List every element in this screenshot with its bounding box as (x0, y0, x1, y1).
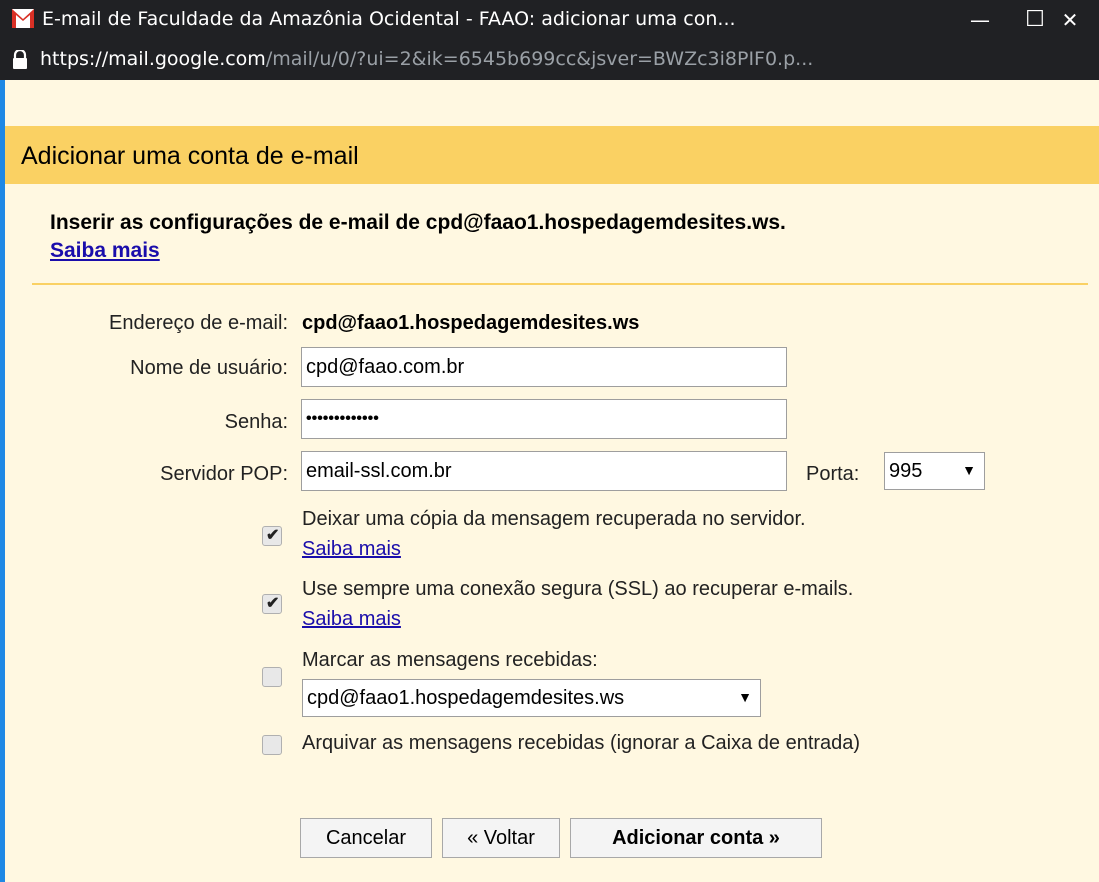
dialog-title: Adicionar uma conta de e-mail (21, 142, 359, 170)
email-label: Endereço de e-mail: (109, 312, 288, 334)
checkmark-icon: ✔ (266, 595, 280, 612)
back-button[interactable]: « Voltar (442, 818, 560, 858)
username-label: Nome de usuário: (130, 357, 288, 379)
minimize-button[interactable]: — (950, 0, 1010, 40)
learn-more-link[interactable]: Saiba mais (50, 239, 160, 263)
archive-checkbox[interactable] (262, 735, 282, 755)
cancel-button[interactable]: Cancelar (300, 818, 432, 858)
port-value: 995 (889, 460, 923, 482)
dialog-top-spacer (5, 80, 1099, 126)
password-field[interactable]: ••••••••••••• (301, 399, 787, 439)
address-url[interactable]: https://mail.google.com/mail/u/0/?ui=2&i… (40, 48, 813, 70)
checkmark-icon: ✔ (266, 527, 280, 544)
add-account-button[interactable]: Adicionar conta » (570, 818, 822, 858)
port-label: Porta: (806, 463, 860, 485)
port-select[interactable]: 995 ▼ (884, 452, 985, 490)
intro-text: Inserir as configurações de e-mail de cp… (50, 211, 786, 234)
gmail-icon (12, 9, 34, 28)
lock-icon (13, 50, 27, 69)
password-label: Senha: (224, 411, 288, 433)
use-ssl-label: Use sempre uma conexão segura (SSL) ao r… (302, 578, 854, 600)
label-select-value: cpd@faao1.hospedagemdesites.ws (307, 687, 625, 709)
email-value: cpd@faao1.hospedagemdesites.ws (302, 312, 640, 334)
close-button[interactable]: ✕ (1040, 0, 1099, 40)
dropdown-arrow-icon: ▼ (962, 462, 976, 478)
use-ssl-checkbox[interactable]: ✔ (262, 594, 282, 614)
leave-copy-checkbox[interactable]: ✔ (262, 526, 282, 546)
leave-copy-label: Deixar uma cópia da mensagem recuperada … (302, 508, 806, 530)
use-ssl-learn-more-link[interactable]: Saiba mais (302, 608, 401, 631)
leave-copy-learn-more-link[interactable]: Saiba mais (302, 538, 401, 561)
window-title: E-mail de Faculdade da Amazônia Ocidenta… (42, 8, 736, 30)
dialog-header: Adicionar uma conta de e-mail (5, 126, 1099, 184)
label-incoming-checkbox[interactable] (262, 667, 282, 687)
label-incoming-label: Marcar as mensagens recebidas: (302, 649, 598, 671)
archive-label: Arquivar as mensagens recebidas (ignorar… (302, 732, 861, 754)
username-field[interactable]: cpd@faao.com.br (301, 347, 787, 387)
pop-server-label: Servidor POP: (160, 463, 288, 485)
label-select[interactable]: cpd@faao1.hospedagemdesites.ws ▼ (302, 679, 761, 717)
title-row: E-mail de Faculdade da Amazônia Ocidenta… (0, 0, 1099, 40)
url-path: /mail/u/0/?ui=2&ik=6545b699cc&jsver=BWZc… (265, 48, 814, 70)
dropdown-arrow-icon: ▼ (738, 689, 752, 705)
url-host: https://mail.google.com (40, 48, 266, 70)
divider (32, 283, 1088, 285)
pop-server-field[interactable]: email-ssl.com.br (301, 451, 787, 491)
window-border (0, 80, 5, 882)
